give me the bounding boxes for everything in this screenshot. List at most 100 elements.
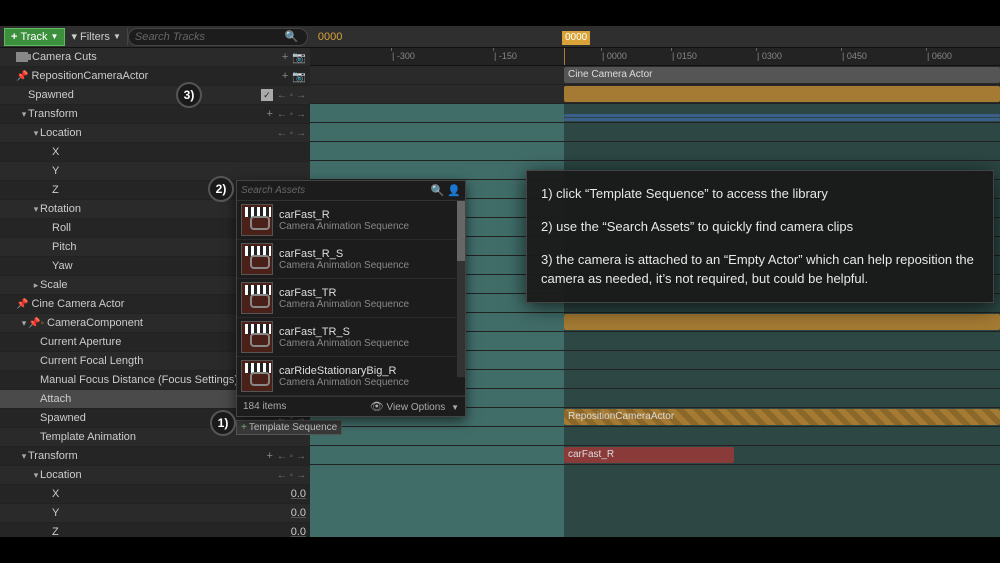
row-label: Y: [52, 165, 282, 177]
expand-icon[interactable]: ▸: [32, 280, 40, 291]
asset-row[interactable]: carFast_R_SCamera Animation Sequence: [237, 240, 465, 279]
filters-button[interactable]: ▾ Filters ▼: [65, 28, 127, 46]
ruler-tick: | 0300: [757, 51, 782, 61]
row-label: RepositionCameraActor: [31, 70, 281, 82]
chevron-down-icon: ▼: [113, 32, 121, 41]
filters-label: Filters: [80, 31, 110, 43]
camera-icon[interactable]: 📷: [292, 51, 306, 64]
outliner-row[interactable]: Z0.0: [0, 523, 310, 537]
outliner-row[interactable]: X0.0: [0, 485, 310, 504]
asset-row[interactable]: carFast_TR_SCamera Animation Sequence: [237, 318, 465, 357]
eye-icon: 👁: [370, 401, 384, 413]
component-icon: 📌◦: [28, 318, 44, 329]
scrollbar[interactable]: [457, 201, 465, 377]
outliner-row[interactable]: X: [0, 143, 310, 162]
outliner-row[interactable]: Y: [0, 162, 310, 181]
asset-type: Camera Animation Sequence: [279, 377, 409, 388]
asset-type: Camera Animation Sequence: [279, 221, 409, 232]
add-icon[interactable]: +: [266, 450, 272, 462]
expand-icon[interactable]: ▾: [32, 128, 40, 139]
outliner-row[interactable]: 📌RepositionCameraActor+ 📷: [0, 67, 310, 86]
add-track-button[interactable]: + Track ▼: [4, 28, 65, 46]
asset-list[interactable]: carFast_RCamera Animation SequencecarFas…: [237, 201, 465, 396]
picker-footer: 184 items 👁 View Options ▼: [237, 396, 465, 416]
asset-thumbnail: [241, 243, 273, 275]
expand-icon[interactable]: ▾: [32, 470, 40, 481]
camera-icon: [16, 52, 28, 62]
clip-thin: [564, 118, 1000, 121]
item-count: 184 items: [243, 401, 286, 412]
asset-row[interactable]: carFast_TRCamera Animation Sequence: [237, 279, 465, 318]
search-icon: 🔍: [285, 30, 299, 43]
asset-row[interactable]: carRideStationaryBig_RCamera Animation S…: [237, 357, 465, 396]
row-label: Spawned: [28, 89, 261, 101]
asset-name: carFast_TR_S: [279, 326, 409, 338]
row-value[interactable]: 0.0: [282, 488, 310, 500]
time-ruler[interactable]: 0000 | -300| -150| 0000| 0150| 0300| 045…: [310, 48, 1000, 66]
checkbox[interactable]: ✓: [261, 89, 273, 101]
annotation-badge-2: 2): [208, 176, 234, 202]
scroll-thumb[interactable]: [457, 201, 465, 261]
plus-icon: +: [241, 422, 247, 433]
key-nav[interactable]: ← ◦ →: [277, 470, 310, 481]
asset-type: Camera Animation Sequence: [279, 299, 409, 310]
clip-attach[interactable]: RepositionCameraActor: [564, 409, 1000, 425]
search-tracks[interactable]: 🔍: [128, 28, 308, 46]
clip-thin: [564, 114, 1000, 117]
row-label: Z: [52, 526, 282, 537]
outliner-row[interactable]: Camera Cuts+ 📷: [0, 48, 310, 67]
outliner-row[interactable]: ▾Location← ◦ →: [0, 466, 310, 485]
key-nav[interactable]: ← ◦ →: [277, 128, 310, 139]
overlay-line-3: 3) the camera is attached to an “Empty A…: [541, 251, 979, 289]
search-input[interactable]: [135, 31, 285, 43]
asset-search-input[interactable]: [241, 185, 431, 196]
key-nav[interactable]: ← ◦ →: [277, 90, 310, 101]
camera-icon[interactable]: 📷: [292, 70, 306, 83]
search-icon: 🔍: [431, 184, 445, 197]
row-label: Transform: [28, 108, 266, 120]
view-options[interactable]: 👁 View Options ▼: [370, 400, 459, 413]
key-nav[interactable]: ← ◦ →: [277, 109, 310, 120]
asset-thumbnail: [241, 204, 273, 236]
annotation-badge-1: 1): [210, 410, 236, 436]
outliner-row[interactable]: Spawned✓ ← ◦ →: [0, 86, 310, 105]
expand-icon[interactable]: ▾: [32, 204, 40, 215]
add-icon[interactable]: +: [266, 108, 272, 120]
key-nav[interactable]: ← ◦ →: [277, 451, 310, 462]
outliner-row[interactable]: ▾Location← ◦ →: [0, 124, 310, 143]
row-value[interactable]: 0.0: [282, 526, 310, 537]
track-label: Track: [20, 31, 47, 43]
clip-cine-camera[interactable]: Cine Camera Actor: [564, 67, 1000, 83]
overlay-line-2: 2) use the “Search Assets” to quickly fi…: [541, 218, 979, 237]
ruler-tick: | -150: [494, 51, 517, 61]
expand-icon[interactable]: ▾: [20, 318, 28, 329]
clip-actor-header[interactable]: [564, 314, 1000, 330]
outliner-row[interactable]: ▾Transform+ ← ◦ →: [0, 105, 310, 124]
funnel-icon: ▾: [71, 30, 77, 43]
template-sequence-button[interactable]: + Template Sequence: [236, 420, 342, 435]
playhead[interactable]: 0000: [564, 48, 565, 65]
clip-actor-header[interactable]: [564, 86, 1000, 102]
asset-search[interactable]: 🔍 👤: [237, 181, 465, 201]
overlay-line-1: 1) click “Template Sequence” to access t…: [541, 185, 979, 204]
ruler-tick: | 0600: [927, 51, 952, 61]
asset-row[interactable]: carFast_RCamera Animation Sequence: [237, 201, 465, 240]
expand-icon[interactable]: ▾: [20, 451, 28, 462]
actor-pin-icon: 📌: [16, 71, 28, 82]
outliner-row[interactable]: Y0.0: [0, 504, 310, 523]
annotation-badge-3: 3): [176, 82, 202, 108]
current-frame[interactable]: 0000: [318, 31, 342, 43]
outliner-row[interactable]: ▾Transform+← ◦ →: [0, 447, 310, 466]
add-icon[interactable]: +: [282, 70, 288, 83]
row-value[interactable]: 0.0: [282, 507, 310, 519]
row-label: Camera Cuts: [32, 51, 282, 63]
asset-name: carFast_R_S: [279, 248, 409, 260]
expand-icon[interactable]: ▾: [20, 109, 28, 120]
toolbar: + Track ▼ ▾ Filters ▼ 🔍 0000: [0, 26, 1000, 48]
clip-template-anim[interactable]: carFast_R: [564, 447, 734, 463]
asset-name: carFast_R: [279, 209, 409, 221]
asset-thumbnail: [241, 321, 273, 353]
asset-type: Camera Animation Sequence: [279, 260, 409, 271]
row-label: Y: [52, 507, 282, 519]
add-icon[interactable]: +: [282, 51, 288, 64]
